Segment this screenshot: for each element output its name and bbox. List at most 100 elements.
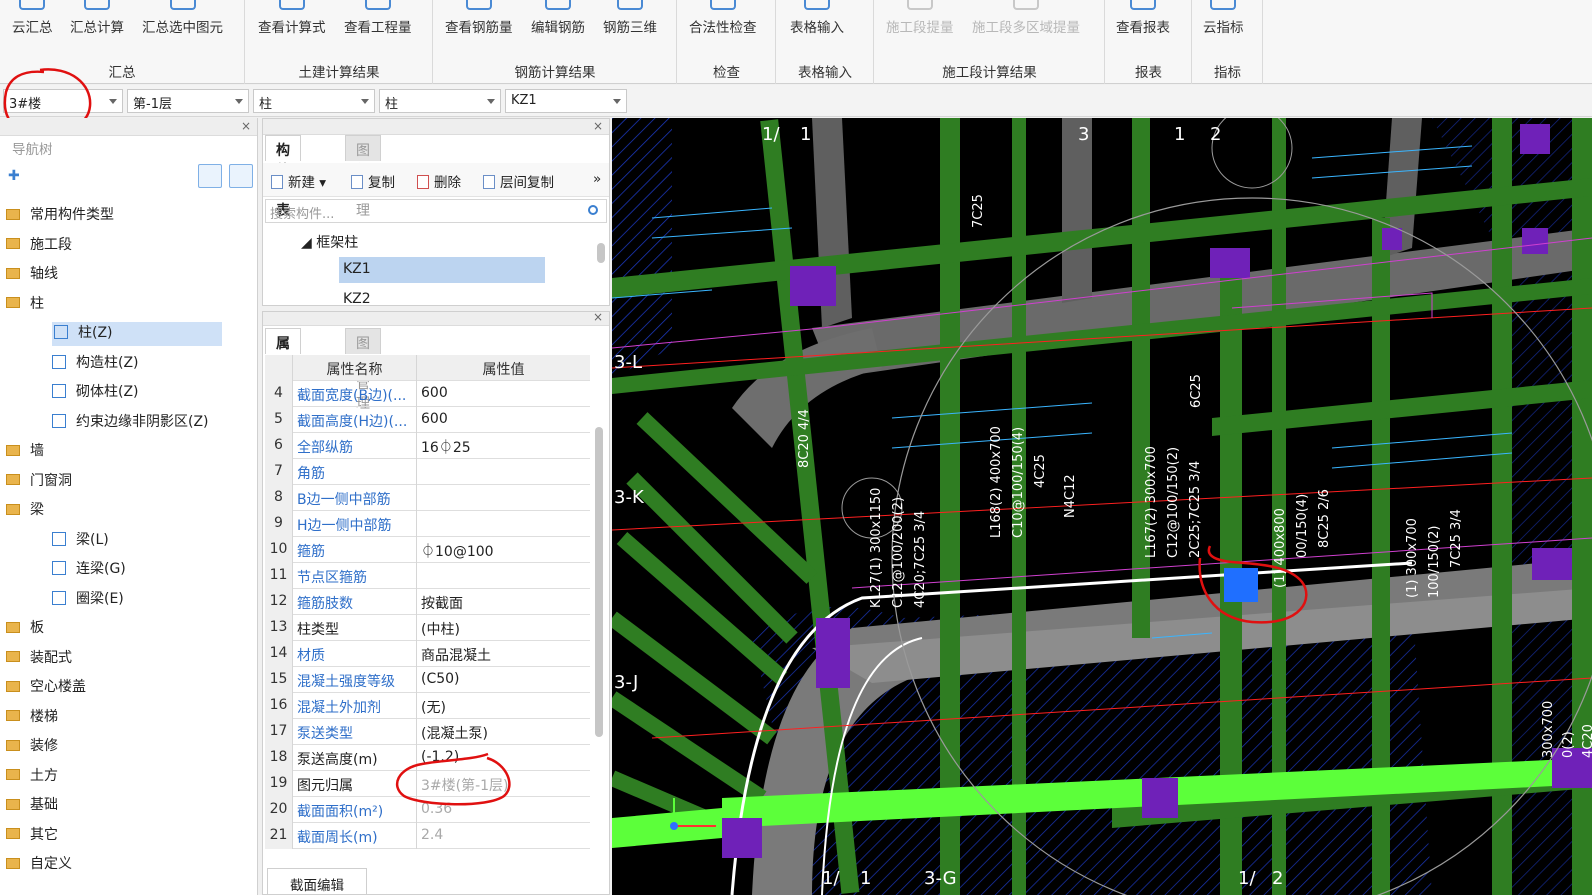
component-search-input[interactable]: 搜索构件... bbox=[265, 199, 607, 223]
property-row[interactable]: 7 角筋 bbox=[265, 459, 590, 485]
nav-item[interactable]: 施工段 bbox=[6, 234, 72, 258]
type-select[interactable]: 柱 bbox=[253, 89, 375, 113]
nav-item[interactable]: 空心楼盖 bbox=[6, 676, 86, 700]
nav-item[interactable]: 柱 bbox=[6, 293, 44, 317]
property-row[interactable]: 16 混凝土外加剂 (无) bbox=[265, 693, 590, 719]
property-value[interactable]: (混凝土泵) bbox=[417, 719, 590, 745]
tab-component-list[interactable]: 构件列表 bbox=[265, 135, 301, 219]
property-value[interactable] bbox=[417, 459, 590, 485]
nav-item[interactable]: 轴线 bbox=[6, 263, 58, 287]
property-value[interactable]: (中柱) bbox=[417, 615, 590, 641]
nav-item[interactable]: 约束边缘非阴影区(Z) bbox=[52, 411, 209, 435]
segment-quantity-button[interactable]: 施工段提量 bbox=[886, 0, 954, 56]
nav-item[interactable]: 砌体柱(Z) bbox=[52, 381, 139, 405]
floor-copy-button[interactable]: 层间复制 bbox=[483, 171, 554, 191]
delete-button[interactable]: 删除 bbox=[417, 171, 461, 191]
folder-icon bbox=[6, 238, 20, 249]
tab-property-list[interactable]: 属性列表 bbox=[265, 328, 301, 412]
property-value[interactable]: 600 bbox=[417, 407, 590, 433]
list-item-kz2[interactable]: KZ2 bbox=[343, 291, 371, 307]
nav-item[interactable]: 板 bbox=[6, 617, 44, 641]
search-icon[interactable] bbox=[588, 205, 598, 215]
property-value[interactable]: 商品混凝土 bbox=[417, 641, 590, 667]
property-row[interactable]: 13 柱类型 (中柱) bbox=[265, 615, 590, 641]
cloud-index-button[interactable]: 云指标 bbox=[1203, 0, 1244, 56]
property-value[interactable] bbox=[417, 485, 590, 511]
view-formula-button[interactable]: 查看计算式 bbox=[258, 0, 326, 56]
view-rebar-button[interactable]: 查看钢筋量 bbox=[445, 0, 513, 56]
property-value[interactable]: ⏀10@100 bbox=[417, 537, 590, 563]
tab-layer-management[interactable]: 图层管理 bbox=[345, 328, 381, 412]
property-row[interactable]: 12 箍筋肢数 按截面 bbox=[265, 589, 590, 615]
property-row[interactable]: 10 箍筋 ⏀10@100 bbox=[265, 537, 590, 563]
svg-text:3: 3 bbox=[1078, 124, 1089, 145]
segment-multi-area-button[interactable]: 施工段多区域提量 bbox=[972, 0, 1080, 56]
property-value[interactable]: 600 bbox=[417, 381, 590, 407]
property-row[interactable]: 8 B边一侧中部筋 bbox=[265, 485, 590, 511]
summary-selected-button[interactable]: 汇总选中图元 bbox=[142, 0, 223, 56]
nav-item[interactable]: 装配式 bbox=[6, 647, 72, 671]
close-icon[interactable]: × bbox=[593, 119, 603, 133]
folder-icon bbox=[6, 651, 20, 662]
property-row[interactable]: 5 截面高度(H边)(... 600 bbox=[265, 407, 590, 433]
nav-item[interactable]: 梁 bbox=[6, 499, 44, 523]
property-value[interactable]: (C50) bbox=[417, 667, 590, 693]
property-value[interactable] bbox=[417, 563, 590, 589]
view-report-button[interactable]: 查看报表 bbox=[1116, 0, 1170, 56]
nav-item[interactable]: 其它 bbox=[6, 824, 58, 848]
new-button[interactable]: 新建 ▾ bbox=[271, 171, 326, 191]
close-icon[interactable]: × bbox=[593, 310, 603, 324]
tab-drawing-management[interactable]: 图纸管理 bbox=[345, 135, 381, 219]
nav-item[interactable]: 基础 bbox=[6, 794, 58, 818]
close-icon[interactable]: × bbox=[241, 119, 251, 133]
component-select[interactable]: KZ1 bbox=[505, 89, 627, 113]
cad-canvas[interactable]: 1/ 1 3 1 2 3-L 3-K 3-J 3-G 1/ 1 1/ 2 KL2… bbox=[612, 118, 1592, 895]
rebar-3d-button[interactable]: 钢筋三维 bbox=[603, 0, 657, 56]
nav-item[interactable]: 构造柱(Z) bbox=[52, 352, 139, 376]
property-row[interactable]: 17 泵送类型 (混凝土泵) bbox=[265, 719, 590, 745]
property-value[interactable]: 2.4 bbox=[417, 823, 590, 849]
cad-drawing[interactable]: 1/ 1 3 1 2 3-L 3-K 3-J 3-G 1/ 1 1/ 2 KL2… bbox=[612, 118, 1592, 895]
list-scrollbar[interactable] bbox=[597, 243, 605, 263]
validity-check-button[interactable]: 合法性检查 bbox=[689, 0, 757, 56]
property-row[interactable]: 21 截面周长(m) 2.4 bbox=[265, 823, 590, 849]
tab-section-edit[interactable]: 截面编辑 bbox=[267, 868, 367, 894]
card-view-icon[interactable] bbox=[229, 164, 253, 188]
tree-group-frame-column[interactable]: ◢ 框架柱 bbox=[301, 232, 358, 252]
nav-item[interactable]: 土方 bbox=[6, 765, 58, 789]
summary-calc-button[interactable]: 汇总计算 bbox=[70, 0, 124, 56]
list-view-icon[interactable] bbox=[198, 164, 222, 188]
nav-item[interactable]: 梁(L) bbox=[52, 529, 109, 553]
copy-button[interactable]: 复制 bbox=[351, 171, 395, 191]
nav-item[interactable]: 圈梁(E) bbox=[52, 588, 124, 612]
property-value[interactable]: (无) bbox=[417, 693, 590, 719]
property-row[interactable]: 4 截面宽度(B边)(... 600 bbox=[265, 381, 590, 407]
property-row[interactable]: 14 材质 商品混凝土 bbox=[265, 641, 590, 667]
list-item-kz1[interactable]: KZ1 bbox=[339, 257, 545, 283]
nav-item[interactable]: 装修 bbox=[6, 735, 58, 759]
nav-item[interactable]: 自定义 bbox=[6, 853, 72, 877]
nav-item[interactable]: 楼梯 bbox=[6, 706, 58, 730]
property-value[interactable]: 按截面 bbox=[417, 589, 590, 615]
nav-item[interactable]: 门窗洞 bbox=[6, 470, 72, 494]
nav-item[interactable]: 常用构件类型 bbox=[6, 204, 114, 228]
svg-text:4C20: 4C20 bbox=[1581, 724, 1592, 758]
more-icon[interactable]: » bbox=[593, 171, 601, 187]
property-value[interactable]: 16⏀25 bbox=[417, 433, 590, 459]
property-row[interactable]: 11 节点区箍筋 bbox=[265, 563, 590, 589]
nav-item[interactable]: 柱(Z) bbox=[52, 322, 222, 346]
property-value[interactable] bbox=[417, 511, 590, 537]
edit-rebar-button[interactable]: 编辑钢筋 bbox=[531, 0, 585, 56]
nav-item[interactable]: 墙 bbox=[6, 440, 44, 464]
subtype-select[interactable]: 柱 bbox=[379, 89, 501, 113]
view-quantity-button[interactable]: 查看工程量 bbox=[344, 0, 412, 56]
property-row[interactable]: 6 全部纵筋 16⏀25 bbox=[265, 433, 590, 459]
property-scrollbar[interactable] bbox=[595, 427, 603, 737]
nav-item[interactable]: 连梁(G) bbox=[52, 558, 126, 582]
cloud-summary-button[interactable]: 云汇总 bbox=[12, 0, 53, 56]
add-star-icon[interactable]: ✚ bbox=[8, 168, 20, 184]
property-row[interactable]: 9 H边一侧中部筋 bbox=[265, 511, 590, 537]
property-row[interactable]: 15 混凝土强度等级 (C50) bbox=[265, 667, 590, 693]
floor-select[interactable]: 第-1层 bbox=[127, 89, 249, 113]
table-input-button[interactable]: 表格输入 bbox=[790, 0, 844, 56]
